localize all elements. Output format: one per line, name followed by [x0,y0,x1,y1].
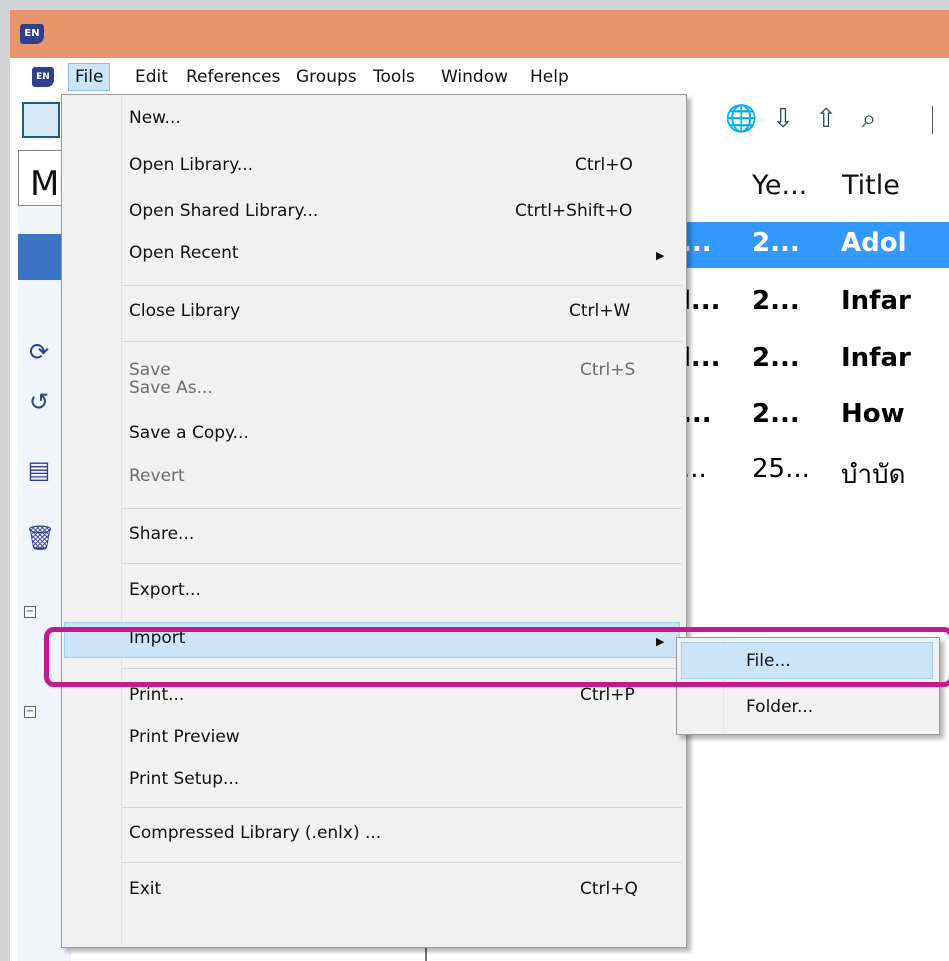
reference-title: Infar [841,343,911,373]
menu-item-open-shared-library[interactable]: Open Shared Library... [129,201,318,229]
menu-item-open-recent[interactable]: Open Recent [129,243,239,271]
menu-references[interactable]: References [180,64,286,90]
file-menu: New... Open Library... Ctrl+O Open Share… [61,94,687,948]
menu-separator [122,341,682,342]
menu-separator [122,862,682,863]
menu-item-open-library[interactable]: Open Library... [129,155,253,183]
reference-year: 2... [752,286,800,316]
reference-year: 25... [752,454,810,484]
menu-edit[interactable]: Edit [129,64,174,90]
trash-icon[interactable]: 🗑 [25,524,55,552]
menu-help[interactable]: Help [524,64,575,90]
sync-icon[interactable]: ⟳ [25,338,53,366]
reference-author: l... [682,286,721,316]
submenu-item-folder[interactable]: Folder... [746,697,813,717]
menu-file[interactable]: File [68,63,111,91]
import-icon[interactable]: ⇩ [768,104,798,134]
menu-item-export[interactable]: Export... [129,580,201,608]
shortcut-open-shared-library: Ctrtl+Shift+O [515,201,633,221]
annotation-highlight-box [44,627,949,687]
menu-gutter-divider [121,97,122,943]
menu-bar: EN File Edit References Groups Tools Win… [10,58,949,97]
menu-separator [122,508,682,509]
menu-item-share[interactable]: Share... [129,524,194,552]
menu-item-exit[interactable]: Exit [129,879,161,907]
reference-author: l... [682,343,721,373]
menu-item-print-setup[interactable]: Print Setup... [129,769,239,797]
menu-separator [122,285,682,286]
menu-item-save-a-copy[interactable]: Save a Copy... [129,423,249,451]
folder-icon[interactable] [22,102,60,138]
reference-title: Infar [841,286,911,316]
menu-item-save-as[interactable]: Save As... [129,378,213,406]
menu-item-print-preview[interactable]: Print Preview [129,727,240,755]
online-search-icon[interactable]: 🌐 [725,104,757,134]
menu-item-new[interactable]: New... [129,108,181,136]
shortcut-open-library: Ctrl+O [575,155,633,175]
toolbar-divider [932,106,933,134]
reference-title: บำบัด [841,460,906,490]
column-header-title[interactable]: Title [842,170,900,201]
submenu-arrow-icon: ▶ [656,249,665,262]
menu-item-compressed-library[interactable]: Compressed Library (.enlx) ... [129,823,381,851]
document-logo-icon[interactable]: EN [32,67,54,87]
menu-separator [122,563,682,564]
reference-title: How [841,399,905,429]
menu-groups[interactable]: Groups [290,64,363,90]
endnote-logo-icon: EN [20,24,44,44]
shortcut-save: Ctrl+S [580,360,636,380]
shortcut-close-library: Ctrl+W [569,301,631,321]
menu-item-print[interactable]: Print... [129,685,184,713]
reference-year: 2... [752,399,800,429]
reference-year: 2... [752,343,800,373]
reference-title: Adol [841,228,907,258]
menu-window[interactable]: Window [435,64,514,90]
unfiled-icon[interactable]: ▤ [25,456,53,484]
menu-separator [122,807,682,808]
export-icon[interactable]: ⇧ [811,104,841,134]
recently-added-icon[interactable]: ↺ [25,388,53,416]
menu-item-revert[interactable]: Revert [129,466,185,494]
reference-year: 2... [752,228,800,258]
title-bar: EN [10,10,949,58]
menu-tools[interactable]: Tools [367,64,421,90]
menu-item-close-library[interactable]: Close Library [129,301,240,329]
shortcut-print: Ctrl+P [580,685,635,705]
panel-header-letter: M [30,164,60,204]
column-header-year[interactable]: Ye... [752,170,807,201]
collapse-icon[interactable]: − [24,706,36,718]
collapse-icon[interactable]: − [24,606,36,618]
find-full-text-icon[interactable]: ⌕ [854,104,884,134]
shortcut-exit: Ctrl+Q [580,879,638,899]
